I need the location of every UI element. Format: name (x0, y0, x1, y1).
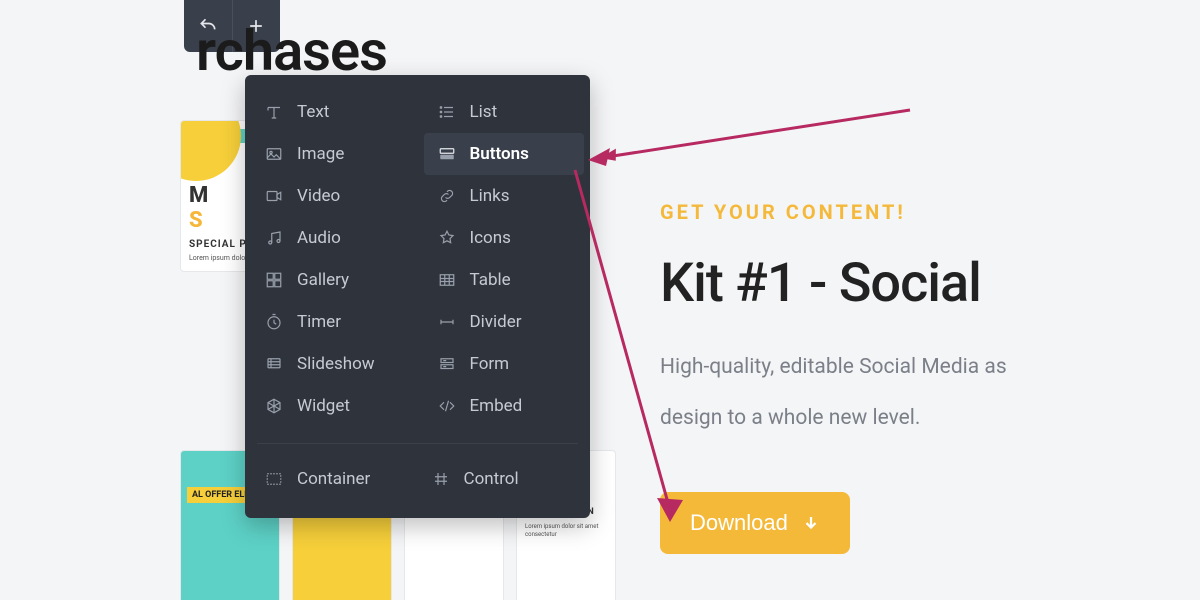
element-option-label: Slideshow (297, 354, 375, 374)
element-option-gallery[interactable]: Gallery (251, 259, 412, 301)
download-button[interactable]: Download (660, 492, 850, 554)
element-option-label: Icons (470, 228, 511, 248)
element-option-label: Links (470, 186, 510, 206)
element-option-divider[interactable]: Divider (424, 301, 585, 343)
element-option-links[interactable]: Links (424, 175, 585, 217)
element-option-label: Table (470, 270, 511, 290)
insert-element-panel: Text Image Video Audio Gallery Timer Slideshow… (245, 75, 590, 518)
element-option-label: Timer (297, 312, 341, 332)
element-option-audio[interactable]: Audio (251, 217, 412, 259)
element-option-image[interactable]: Image (251, 133, 412, 175)
element-option-label: Widget (297, 396, 350, 416)
element-option-video[interactable]: Video (251, 175, 412, 217)
element-option-list[interactable]: List (424, 91, 585, 133)
element-option-label: Container (297, 469, 370, 489)
kit-description-line: High-quality, editable Social Media as (660, 351, 1200, 384)
container-icon (265, 470, 283, 488)
element-option-label: Buttons (470, 144, 529, 164)
buttons-icon (438, 145, 456, 163)
embed-icon (438, 397, 456, 415)
element-option-buttons[interactable]: Buttons (424, 133, 585, 175)
eyebrow-text: GET YOUR CONTENT! (660, 200, 1200, 224)
links-icon (438, 187, 456, 205)
element-option-widget[interactable]: Widget (251, 385, 412, 427)
widget-icon (265, 397, 283, 415)
text-icon (265, 103, 283, 121)
element-option-label: Embed (470, 396, 523, 416)
kit-description-line: design to a whole new level. (660, 402, 1200, 435)
element-option-slideshow[interactable]: Slideshow (251, 343, 412, 385)
download-button-label: Download (690, 510, 788, 536)
thumb-text: M (189, 183, 208, 208)
element-option-icons[interactable]: Icons (424, 217, 585, 259)
element-option-label: Audio (297, 228, 341, 248)
element-option-label: Form (470, 354, 510, 374)
element-option-label: Control (464, 469, 519, 489)
element-option-label: Gallery (297, 270, 349, 290)
download-icon (802, 514, 820, 532)
product-info-panel: GET YOUR CONTENT! Kit #1 - Social High-q… (660, 200, 1200, 554)
list-icon (438, 103, 456, 121)
element-option-label: Divider (470, 312, 522, 332)
control-icon (432, 470, 450, 488)
element-option-control[interactable]: Control (418, 458, 585, 500)
divider-icon (438, 313, 456, 331)
timer-icon (265, 313, 283, 331)
element-option-container[interactable]: Container (251, 458, 418, 500)
element-option-label: Text (297, 102, 329, 122)
video-icon (265, 187, 283, 205)
form-icon (438, 355, 456, 373)
element-option-text[interactable]: Text (251, 91, 412, 133)
element-option-table[interactable]: Table (424, 259, 585, 301)
element-option-label: Image (297, 144, 344, 164)
element-option-embed[interactable]: Embed (424, 385, 585, 427)
audio-icon (265, 229, 283, 247)
element-option-timer[interactable]: Timer (251, 301, 412, 343)
gallery-icon (265, 271, 283, 289)
image-icon (265, 145, 283, 163)
element-option-label: List (470, 102, 498, 122)
thumb-text: S (189, 208, 203, 233)
element-option-label: Video (297, 186, 340, 206)
element-option-form[interactable]: Form (424, 343, 585, 385)
icons-icon (438, 229, 456, 247)
slideshow-icon (265, 355, 283, 373)
thumb-lorem: Lorem ipsum dolor sit amet consectetur (525, 523, 607, 539)
kit-title: Kit #1 - Social (660, 252, 1200, 315)
table-icon (438, 271, 456, 289)
